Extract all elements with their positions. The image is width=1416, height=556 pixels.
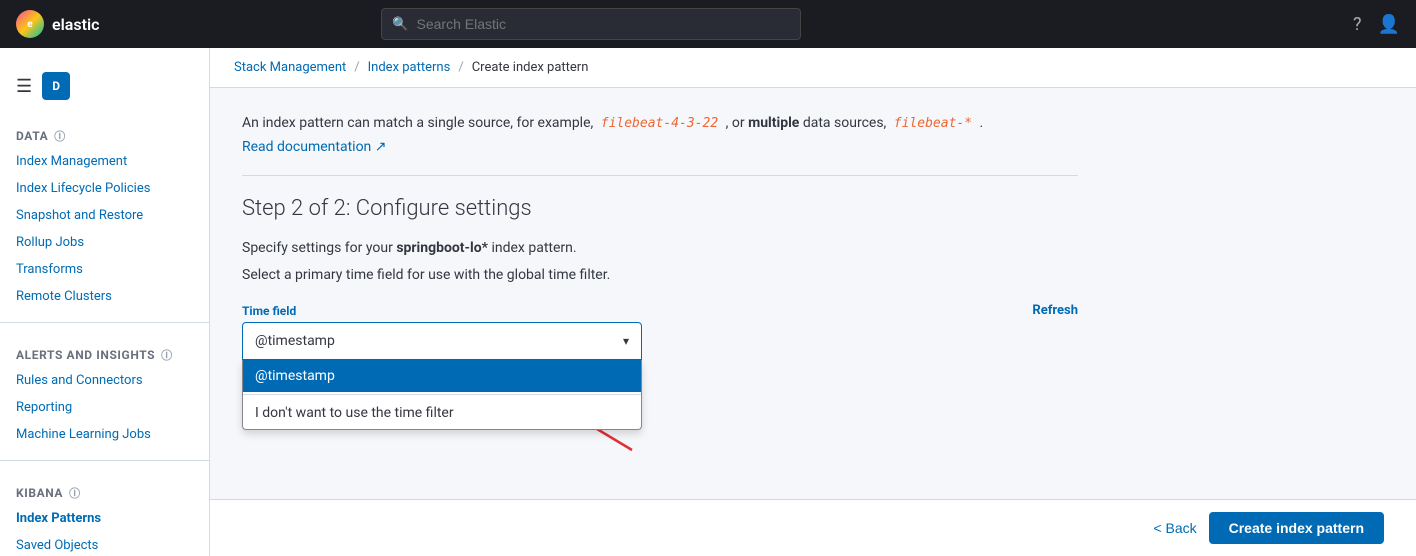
search-input[interactable] — [417, 16, 791, 32]
step-desc-2: Select a primary time field for use with… — [242, 267, 1078, 283]
sidebar-item-rules[interactable]: Rules and Connectors — [0, 367, 209, 394]
sidebar-item-snapshot[interactable]: Snapshot and Restore — [0, 202, 209, 229]
sidebar-item-rollup[interactable]: Rollup Jobs — [0, 229, 209, 256]
search-bar[interactable]: 🔍 — [381, 8, 801, 40]
elastic-logo-icon: e — [16, 10, 44, 38]
breadcrumb-index-patterns[interactable]: Index patterns — [368, 60, 451, 75]
dropdown-separator — [243, 394, 641, 395]
data-info-icon[interactable]: ⓘ — [54, 128, 66, 144]
sidebar-item-remote-clusters[interactable]: Remote Clusters — [0, 283, 209, 310]
sidebar-section-alerts: Alerts and Insights ⓘ — [0, 335, 209, 367]
breadcrumb-sep-1: / — [354, 60, 359, 75]
bottom-action-bar: < Back Create index pattern — [210, 499, 1416, 556]
dropdown-option-timestamp[interactable]: @timestamp — [243, 360, 641, 392]
content-divider — [242, 175, 1078, 176]
time-field-dropdown[interactable]: @timestamp ▾ — [242, 322, 642, 360]
time-field-section: Time field Refresh @timestamp ▾ @timesta… — [242, 303, 1078, 360]
main-content: An index pattern can match a single sour… — [210, 88, 1416, 556]
breadcrumb-sep-2: / — [458, 60, 463, 75]
read-doc-link[interactable]: Read documentation ↗ — [242, 139, 387, 155]
help-icon[interactable]: ? — [1353, 14, 1362, 35]
dropdown-selected-value: @timestamp — [255, 333, 335, 349]
layout: ☰ D Data ⓘ Index Management Index Lifecy… — [0, 48, 1416, 556]
refresh-link[interactable]: Refresh — [1032, 303, 1078, 318]
sidebar-item-ilp[interactable]: Index Lifecycle Policies — [0, 175, 209, 202]
breadcrumb-bar: Stack Management / Index patterns / Crea… — [210, 48, 1416, 88]
user-icon[interactable]: 👤 — [1378, 14, 1400, 35]
alerts-info-icon[interactable]: ⓘ — [161, 347, 173, 363]
kibana-info-icon[interactable]: ⓘ — [69, 485, 81, 501]
dropdown-option-no-filter[interactable]: I don't want to use the time filter — [243, 397, 641, 429]
sidebar-user-avatar[interactable]: D — [42, 72, 70, 100]
search-icon: 🔍 — [392, 17, 408, 32]
sidebar-item-reporting[interactable]: Reporting — [0, 394, 209, 421]
back-button[interactable]: < Back — [1153, 520, 1196, 536]
step-desc-1: Specify settings for your springboot-lo*… — [242, 237, 1078, 259]
elastic-logo: e elastic — [16, 10, 99, 38]
sidebar-item-transforms[interactable]: Transforms — [0, 256, 209, 283]
sidebar-section-kibana: Kibana ⓘ — [0, 473, 209, 505]
info-code-2: filebeat-* — [890, 115, 976, 132]
create-index-pattern-button[interactable]: Create index pattern — [1209, 512, 1384, 544]
breadcrumb-stack-management[interactable]: Stack Management — [234, 60, 346, 75]
info-text-paragraph: An index pattern can match a single sour… — [242, 112, 1078, 135]
breadcrumb-current: Create index pattern — [472, 60, 589, 75]
sidebar-item-index-patterns[interactable]: Index Patterns — [0, 505, 209, 532]
chevron-down-icon: ▾ — [623, 334, 629, 348]
nav-icons: ? 👤 — [1353, 14, 1400, 35]
info-code-1: filebeat-4-3-22 — [597, 115, 722, 132]
top-nav: e elastic 🔍 ? 👤 — [0, 0, 1416, 48]
sidebar-item-ml-jobs[interactable]: Machine Learning Jobs — [0, 421, 209, 448]
elastic-logo-text: elastic — [52, 15, 99, 34]
step-title: Step 2 of 2: Configure settings — [242, 196, 1078, 221]
time-field-label: Time field Refresh — [242, 303, 1078, 318]
sidebar-item-index-management[interactable]: Index Management — [0, 148, 209, 175]
time-field-dropdown-menu: @timestamp I don't want to use the time … — [242, 360, 642, 430]
hamburger-icon[interactable]: ☰ — [16, 76, 32, 97]
sidebar-section-data: Data ⓘ — [0, 116, 209, 148]
sidebar-item-saved-objects[interactable]: Saved Objects — [0, 532, 209, 556]
sidebar: ☰ D Data ⓘ Index Management Index Lifecy… — [0, 48, 210, 556]
